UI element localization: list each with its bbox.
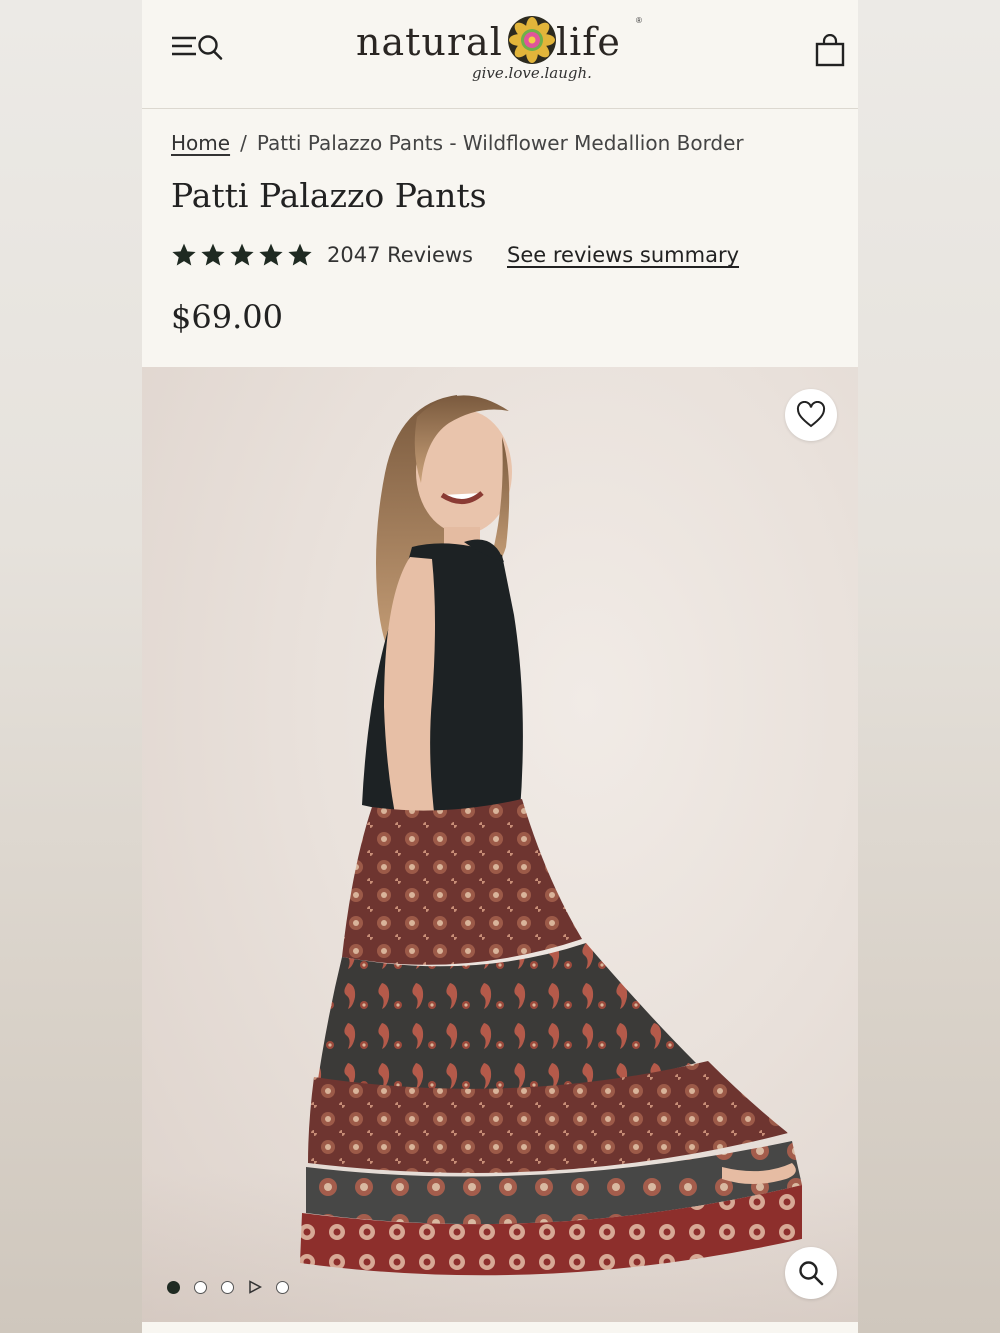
left-backdrop — [0, 0, 142, 1333]
star-icon — [172, 243, 196, 266]
natural-life-logo[interactable]: natural life ® give.love.laugh. — [354, 8, 654, 98]
see-reviews-summary-link[interactable]: See reviews summary — [507, 243, 739, 267]
product-price: $69.00 — [171, 298, 283, 336]
product-image[interactable] — [142, 367, 858, 1322]
add-to-wishlist-button[interactable] — [785, 389, 837, 441]
video-play-icon[interactable] — [248, 1280, 262, 1294]
logo-tagline: give.love.laugh. — [472, 64, 592, 82]
heart-icon — [796, 401, 826, 428]
logo-word-life: life — [556, 20, 621, 64]
flower-logo-icon — [508, 16, 556, 64]
cart-button[interactable] — [814, 33, 846, 68]
star-icon — [201, 243, 225, 266]
gallery-dot-2[interactable] — [194, 1280, 207, 1294]
logo-word-natural: natural — [356, 20, 503, 64]
star-rating[interactable] — [171, 242, 313, 268]
registered-mark: ® — [636, 16, 642, 25]
gallery-dot-5[interactable] — [276, 1280, 289, 1294]
site-header: natural life ® give.love.laugh. — [142, 0, 858, 109]
zoom-button[interactable] — [785, 1247, 837, 1299]
reviews-count[interactable]: 2047 Reviews — [327, 243, 473, 267]
star-icon — [259, 243, 283, 266]
star-icon — [230, 243, 254, 266]
shopping-bag-icon — [815, 33, 845, 67]
breadcrumb-home-link[interactable]: Home — [171, 131, 230, 155]
rating-row: 2047 Reviews See reviews summary — [171, 238, 739, 272]
breadcrumb-separator: / — [240, 131, 247, 155]
menu-search-icon — [172, 35, 223, 60]
right-backdrop — [858, 0, 1000, 1333]
breadcrumb-current: Patti Palazzo Pants - Wildflower Medalli… — [256, 131, 744, 155]
model-photo — [300, 395, 802, 1276]
breadcrumb: Home / Patti Palazzo Pants - Wildflower Me… — [171, 131, 744, 155]
gallery-dot-3[interactable] — [221, 1280, 234, 1294]
star-icon — [288, 243, 312, 266]
gallery-dot-1[interactable] — [167, 1280, 180, 1294]
magnifier-icon — [799, 1261, 824, 1286]
gallery-pagination — [167, 1280, 289, 1294]
product-page: natural life ® give.love.laugh. Home / P… — [142, 0, 858, 1333]
product-title: Patti Palazzo Pants — [171, 176, 487, 215]
menu-search-button[interactable] — [170, 32, 226, 64]
